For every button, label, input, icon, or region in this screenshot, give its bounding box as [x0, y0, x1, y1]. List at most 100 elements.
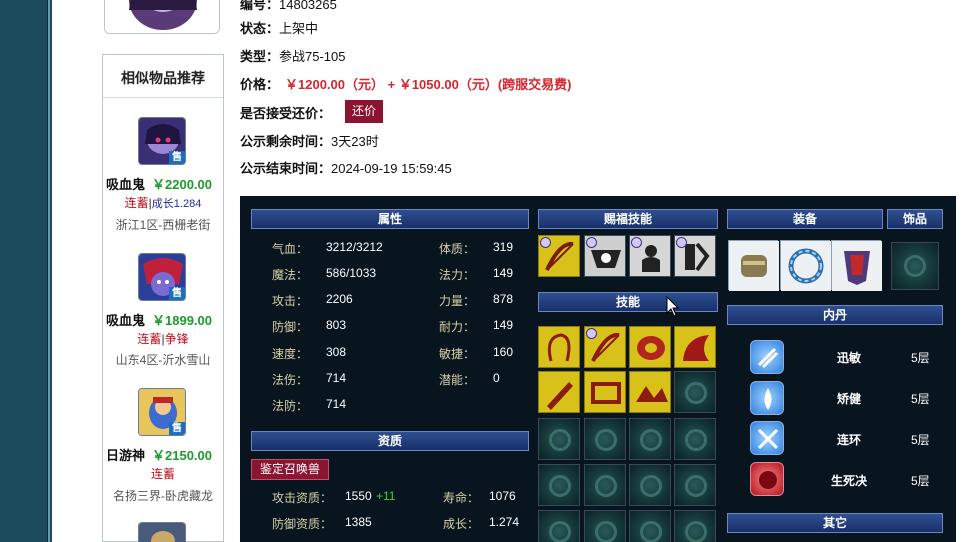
recommend-item-3-name[interactable]: 日游神 [106, 445, 145, 464]
empty-slot-icon [640, 521, 662, 542]
recommend-item-2-name[interactable]: 吸血鬼 [106, 310, 145, 329]
gift-skill-2[interactable] [584, 235, 626, 277]
neidan-name-3: 连环 [837, 433, 862, 447]
empty-slot-icon [685, 475, 707, 497]
neidan-level-2: 5层 [911, 392, 930, 406]
left-sidebar-strip [0, 0, 48, 542]
neidan-icon-4[interactable] [750, 462, 784, 496]
empty-slot-icon [685, 429, 707, 451]
recommend-item-2-icon[interactable]: 售 [138, 253, 186, 301]
end-value: 149 [493, 318, 514, 332]
type-line: 类型：参战75-105 [240, 46, 346, 65]
recommend-item-4-icon[interactable] [138, 522, 186, 542]
empty-slot-icon [904, 255, 926, 277]
neidan-icon-2[interactable] [750, 381, 784, 415]
ornament-slot-empty [891, 242, 939, 290]
empty-slot-icon [549, 429, 571, 451]
recommend-item-1-name[interactable]: 吸血鬼 [106, 174, 145, 193]
status-value: 上架中 [279, 21, 319, 36]
neidan-icon-3[interactable] [750, 421, 784, 455]
skill-2[interactable] [584, 326, 626, 368]
upgrade-badge-icon [540, 237, 551, 248]
skill-slot-empty [674, 464, 716, 506]
neidan-name-2: 矫健 [837, 392, 862, 406]
serial-label: 编号： [240, 0, 280, 12]
price-value: ￥1200.00（元） + ￥1050.00（元）(跨服交易费) [285, 77, 572, 92]
watermark-text: CC直播 [842, 39, 918, 64]
neidan-name-1: 迅敏 [837, 351, 862, 365]
empty-slot-icon [640, 475, 662, 497]
recommend-item-2-price: ￥1899.00 [152, 313, 212, 328]
hp-value: 3212/3212 [326, 240, 383, 254]
skill-slot-empty [584, 418, 626, 460]
equip-collar[interactable] [728, 240, 779, 291]
empty-slot-icon [640, 429, 662, 451]
end-label: 耐力： [439, 320, 476, 334]
end-label: 公示结束时间： [240, 161, 332, 176]
remain-line: 公示剩余时间：3天23时 [240, 131, 379, 150]
bargain-button[interactable]: 还价 [345, 100, 383, 123]
recommend-item-1-tags: 连蓄|成长1.284 [124, 196, 202, 210]
skill-1[interactable] [538, 326, 580, 368]
tag: 争锋 [164, 332, 189, 346]
neidan-icon-1[interactable] [750, 340, 784, 374]
growth-label: 成长： [443, 517, 480, 531]
atk-quality-label: 攻击资质： [272, 491, 333, 505]
neidan-name-4: 生死决 [831, 474, 868, 488]
gift-skill-3[interactable] [629, 235, 671, 277]
atk-label: 攻击： [272, 294, 309, 308]
growth-value: 1.274 [489, 515, 520, 529]
empty-slot-icon [595, 429, 617, 451]
recommend-item-1-price: ￥2200.00 [152, 177, 212, 192]
mp-value: 586/1033 [326, 266, 377, 280]
skill-6[interactable] [584, 371, 626, 413]
recommend-item-3-icon[interactable]: 售 [138, 388, 186, 436]
skill-3[interactable] [629, 326, 671, 368]
mag-value: 149 [493, 266, 514, 280]
bargain-label: 是否接受还价： [240, 106, 332, 121]
life-value: 1076 [489, 489, 516, 503]
equip-armor[interactable] [831, 240, 882, 291]
con-label: 体质： [439, 242, 476, 256]
identify-beast-button[interactable]: 鉴定召唤兽 [251, 459, 329, 480]
pot-label: 潜能： [439, 373, 476, 387]
str-value: 878 [493, 292, 514, 306]
atk-value: 2206 [326, 292, 353, 306]
skill-slot-empty [538, 464, 580, 506]
mdmg-value: 714 [326, 371, 347, 385]
sale-badge: 售 [169, 151, 185, 164]
serial-value: 14803265 [279, 0, 337, 12]
end-time-line: 公示结束时间：2024-09-19 15:59:45 [240, 158, 452, 177]
skill-4[interactable] [674, 326, 716, 368]
neidan-level-3: 5层 [911, 433, 930, 447]
gift-skill-header: 赐福技能 [538, 209, 718, 229]
empty-slot-icon [685, 521, 707, 542]
tag: 连蓄 [124, 196, 149, 210]
skill-7[interactable] [629, 371, 671, 413]
end-value: 2024-09-19 15:59:45 [331, 161, 452, 176]
skill-5[interactable] [538, 371, 580, 413]
upgrade-badge-icon [586, 237, 597, 248]
agi-label: 敏捷： [439, 347, 476, 361]
cc-live-watermark: CC直播 [808, 34, 938, 70]
def-label: 防御： [272, 320, 309, 334]
recommend-item-1-icon[interactable]: 售 [138, 117, 186, 165]
gift-skill-1[interactable] [538, 235, 580, 277]
neidan-level-4: 5层 [911, 474, 930, 488]
life-label: 寿命： [443, 491, 480, 505]
attributes-header: 属性 [251, 209, 529, 229]
equip-ring[interactable] [780, 240, 831, 291]
recommend-item-1-server: 浙江1区-西栅老街 [115, 218, 211, 232]
empty-slot-icon [549, 521, 571, 542]
price-label: 价格： [240, 77, 280, 92]
tag: 成长1.284 [151, 198, 202, 210]
recommend-item-2-tags: 连蓄|争锋 [137, 332, 189, 346]
atk-quality-plus: +11 [376, 489, 396, 503]
type-value: 参战75-105 [279, 49, 346, 64]
gift-skill-4[interactable] [674, 235, 716, 277]
recommend-item-3-tags: 连蓄 [150, 467, 175, 481]
def-quality-value: 1385 [345, 515, 372, 529]
remain-label: 公示剩余时间： [240, 134, 332, 149]
upgrade-badge-icon [631, 237, 642, 248]
upgrade-badge-icon [586, 328, 597, 339]
